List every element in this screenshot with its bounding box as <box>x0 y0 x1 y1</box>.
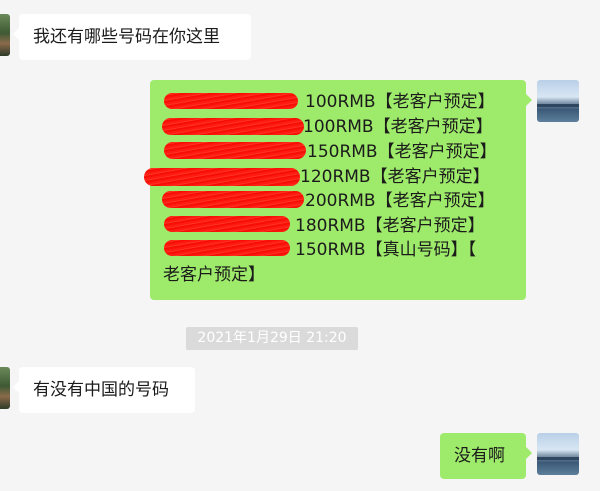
message-line: 100RMB【老客户预定】 <box>303 117 493 137</box>
redaction-scribble <box>164 142 306 159</box>
message-line: 100RMB【老客户预定】 <box>305 92 495 112</box>
outgoing-message-bubble[interactable]: 100RMB【老客户预定】 100RMB【老客户预定】 150RMB【老客户预定… <box>144 80 532 300</box>
outgoing-message-bubble[interactable]: 没有啊 <box>440 433 532 479</box>
message-timestamp: 2021年1月29日 21:20 <box>186 327 358 350</box>
message-line: 200RMB【老客户预定】 <box>305 191 495 211</box>
message-line: 120RMB【老客户预定】 <box>300 167 490 187</box>
contact-avatar[interactable] <box>0 14 10 56</box>
redaction-scribble <box>144 168 300 186</box>
incoming-message-bubble[interactable]: 有没有中国的号码 <box>13 367 195 413</box>
message-line: 150RMB【老客户预定】 <box>307 142 497 162</box>
redaction-scribble <box>162 191 304 208</box>
message-line: 老客户预定】 <box>163 265 265 285</box>
redaction-scribble <box>162 118 304 135</box>
message-text: 有没有中国的号码 <box>33 380 169 400</box>
incoming-message-bubble[interactable]: 我还有哪些号码在你这里 <box>13 14 251 60</box>
redaction-scribble <box>164 240 290 256</box>
message-line: 150RMB【真山号码】【 <box>295 240 477 260</box>
message-line: 180RMB【老客户预定】 <box>295 216 485 236</box>
contact-avatar[interactable] <box>0 367 10 409</box>
redaction-scribble <box>164 216 290 232</box>
redaction-scribble <box>164 93 298 109</box>
my-avatar[interactable] <box>537 433 579 475</box>
message-text: 我还有哪些号码在你这里 <box>33 27 220 47</box>
my-avatar[interactable] <box>537 80 579 122</box>
message-text: 没有啊 <box>454 446 505 466</box>
